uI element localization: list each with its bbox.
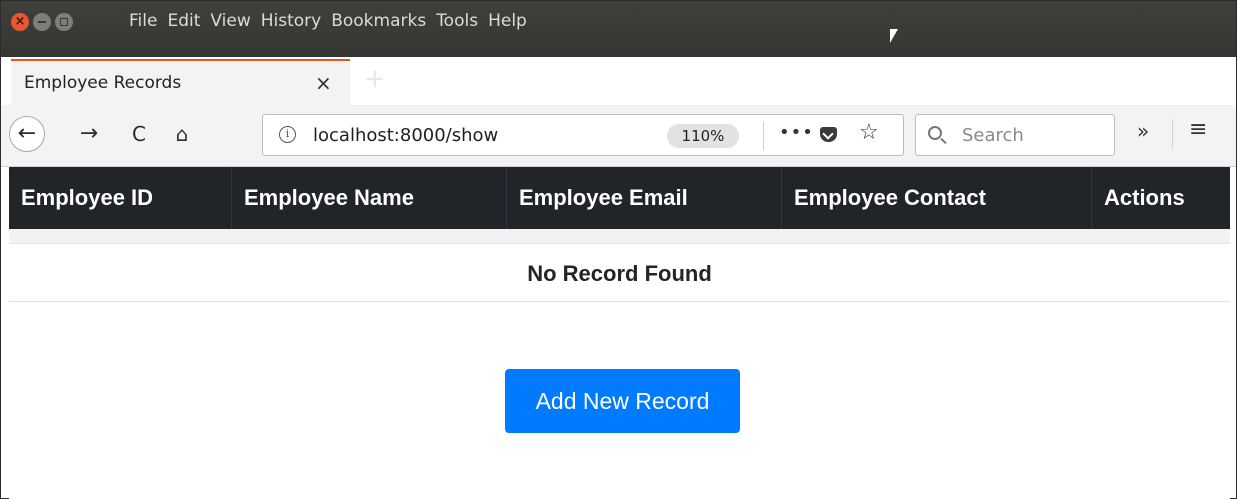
header-employee-email: Employee Email bbox=[507, 167, 782, 229]
table-header: Employee ID Employee Name Employee Email… bbox=[9, 167, 1230, 229]
info-icon[interactable]: i bbox=[279, 126, 296, 143]
menu-bookmarks[interactable]: Bookmarks bbox=[331, 11, 426, 31]
url-divider bbox=[763, 122, 764, 150]
menu-file[interactable]: File bbox=[129, 11, 157, 31]
menu-help[interactable]: Help bbox=[488, 11, 527, 31]
address-bar[interactable]: i localhost:8000/show 110% ••• ☆ bbox=[262, 114, 904, 156]
menu-history[interactable]: History bbox=[261, 11, 321, 31]
page-content: Employee ID Employee Name Employee Email… bbox=[9, 167, 1230, 499]
menu-view[interactable]: View bbox=[210, 11, 250, 31]
header-actions: Actions bbox=[1104, 185, 1185, 210]
forward-button[interactable]: → bbox=[73, 118, 105, 150]
toolbar-divider bbox=[1172, 119, 1173, 149]
reload-button[interactable]: C bbox=[123, 118, 155, 150]
tab-title: Employee Records bbox=[24, 73, 182, 93]
overflow-chevron-icon[interactable]: » bbox=[1137, 119, 1149, 143]
url-text[interactable]: localhost:8000/show bbox=[313, 125, 498, 146]
add-new-record-button[interactable]: Add New Record bbox=[505, 369, 740, 433]
new-tab-button[interactable]: + bbox=[364, 59, 386, 99]
table-spacer-row bbox=[9, 229, 1230, 244]
menu-tools[interactable]: Tools bbox=[436, 11, 478, 31]
search-icon bbox=[928, 126, 942, 140]
minimize-window-button[interactable] bbox=[33, 13, 51, 31]
back-button[interactable]: ← bbox=[9, 116, 45, 152]
title-menu-bar: × File Edit View History Bookmarks Tools… bbox=[1, 1, 1236, 57]
bookmark-star-icon[interactable]: ☆ bbox=[859, 120, 879, 145]
navigation-toolbar: ← → C ⌂ i localhost:8000/show 110% ••• ☆… bbox=[1, 105, 1236, 167]
menu-edit[interactable]: Edit bbox=[167, 11, 200, 31]
home-button[interactable]: ⌂ bbox=[166, 118, 198, 150]
hamburger-menu-icon[interactable]: ≡ bbox=[1189, 117, 1207, 142]
pocket-icon[interactable] bbox=[820, 127, 837, 142]
header-employee-name: Employee Name bbox=[232, 167, 507, 229]
tab-employee-records[interactable]: Employee Records × bbox=[11, 59, 350, 105]
menu-bar: File Edit View History Bookmarks Tools H… bbox=[129, 11, 527, 31]
page-actions-icon[interactable]: ••• bbox=[779, 122, 814, 143]
search-input[interactable]: Search bbox=[915, 114, 1115, 156]
tab-close-icon[interactable]: × bbox=[315, 71, 332, 95]
browser-window: × File Edit View History Bookmarks Tools… bbox=[0, 0, 1237, 499]
header-employee-contact: Employee Contact bbox=[782, 167, 1092, 229]
close-window-button[interactable]: × bbox=[11, 13, 29, 31]
mouse-cursor-icon bbox=[890, 29, 898, 43]
maximize-window-button[interactable] bbox=[55, 13, 73, 31]
search-placeholder: Search bbox=[962, 125, 1024, 146]
zoom-level-badge[interactable]: 110% bbox=[667, 124, 739, 148]
header-employee-id: Employee ID bbox=[9, 167, 232, 229]
no-record-message: No Record Found bbox=[9, 245, 1230, 302]
